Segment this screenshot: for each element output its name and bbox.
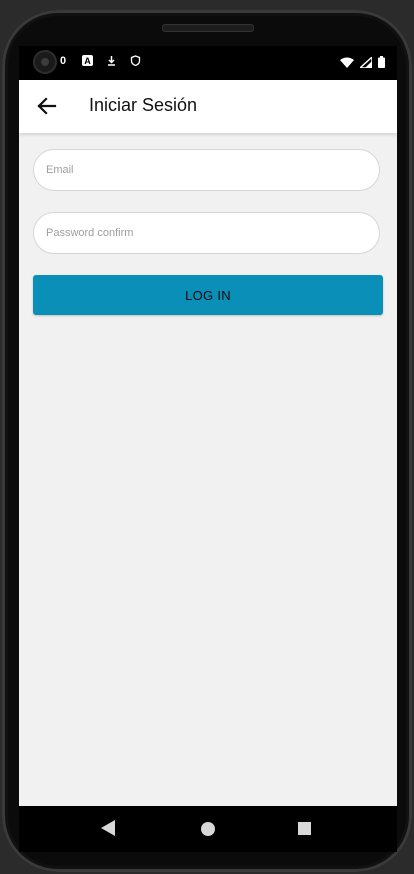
wifi-icon [340,55,354,73]
status-left-icons: 0 A [57,55,141,67]
status-right-icons [340,55,385,73]
download-icon [105,55,117,67]
system-nav-bar [19,806,397,852]
emulator-frame: 0 A Iniciar Sesión Email LOG IN [0,0,414,874]
signal-icon [358,55,373,73]
login-button[interactable]: LOG IN [33,275,383,315]
shield-icon [129,55,141,67]
app-bar: Iniciar Sesión [19,80,397,133]
back-button[interactable] [33,92,61,120]
email-field[interactable] [33,149,380,191]
password-confirm-field[interactable] [33,212,380,254]
a-icon: A [81,55,93,67]
page-title: Iniciar Sesión [89,95,198,115]
svg-text:A: A [84,56,91,66]
nav-back-button[interactable] [101,820,115,841]
arrow-back-icon [37,97,57,115]
speaker-grille [162,24,254,32]
recents-square-icon[interactable] [298,822,311,835]
screen: 0 A Iniciar Sesión Email LOG IN [19,46,397,806]
back-triangle-icon [101,820,115,836]
status-bar: 0 A [19,46,397,80]
home-circle-icon[interactable] [201,822,215,836]
front-camera-icon [35,52,55,72]
battery-icon [378,55,385,73]
status-number: 0 [59,55,67,67]
